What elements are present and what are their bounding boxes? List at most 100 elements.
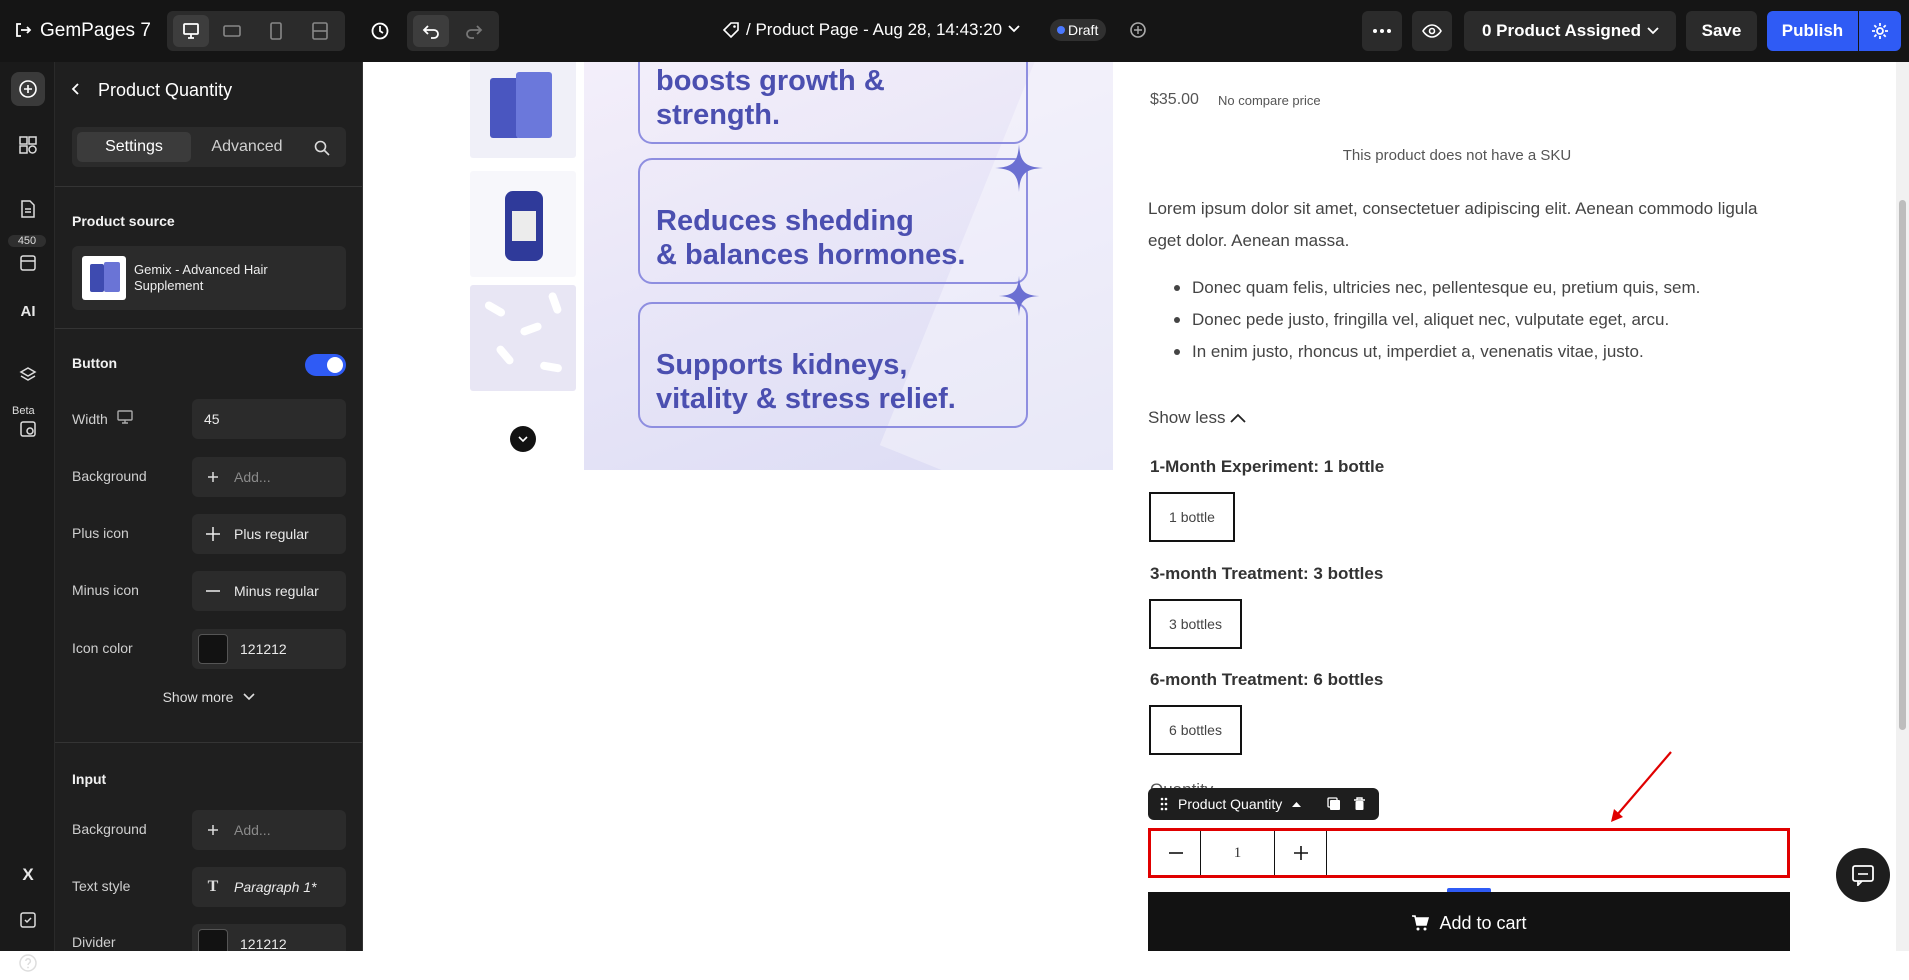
desktop-view-icon[interactable] (173, 15, 209, 47)
text-style-value: Paragraph 1* (234, 879, 317, 895)
exit-icon[interactable] (14, 21, 32, 39)
product-source-heading: Product source (72, 213, 175, 229)
product-thumbnail (82, 256, 126, 300)
duplicate-icon[interactable] (1327, 797, 1341, 811)
divider-color-picker[interactable]: 121212 (192, 924, 346, 951)
help-icon[interactable] (11, 946, 45, 980)
layers-icon[interactable] (11, 358, 45, 392)
variant-label-1: 1-Month Experiment: 1 bottle (1150, 457, 1385, 476)
tablet-landscape-icon[interactable] (214, 15, 250, 47)
tab-settings[interactable]: Settings (77, 132, 191, 162)
variant-label-2: 3-month Treatment: 3 bottles (1150, 564, 1384, 583)
plus-icon-value: Plus regular (234, 526, 309, 542)
chevron-up-icon (1230, 413, 1247, 423)
background-picker[interactable]: Add... (192, 457, 346, 497)
settings-tune-icon[interactable] (1128, 20, 1148, 40)
plus-button[interactable] (1275, 831, 1326, 875)
divider (55, 328, 362, 329)
product-thumbnail-2[interactable] (470, 171, 576, 277)
color-swatch (198, 634, 228, 664)
banner-text-3-label: Supports kidneys, vitality & stress reli… (656, 349, 956, 415)
product-description: Lorem ipsum dolor sit amet, consectetuer… (1148, 199, 1758, 250)
icon-color-picker[interactable]: 121212 (192, 629, 346, 669)
x-social-icon[interactable]: X (11, 858, 45, 892)
back-arrow-icon[interactable] (70, 82, 82, 96)
list-item: Donec quam felis, ultricies nec, pellent… (1173, 278, 1701, 297)
status-badge: Draft (1050, 19, 1107, 41)
mobile-view-icon[interactable] (258, 15, 294, 47)
icon-color-value: 121212 (240, 641, 287, 657)
save-button[interactable]: Save (1686, 11, 1757, 51)
redo-icon[interactable] (456, 15, 492, 47)
minus-icon-picker[interactable]: Minus regular (192, 571, 346, 611)
search-icon[interactable] (314, 140, 330, 156)
preview-button[interactable] (1412, 11, 1452, 51)
tab-advanced[interactable]: Advanced (197, 132, 297, 162)
add-element-icon[interactable] (11, 72, 45, 106)
more-options-button[interactable] (1362, 11, 1402, 51)
product-assigned-label: 0 Product Assigned (1482, 21, 1642, 40)
list-item: In enim justo, rhoncus ut, imperdiet a, … (1174, 342, 1644, 361)
text-style-picker[interactable]: T Paragraph 1* (192, 867, 346, 907)
canvas-scrollbar[interactable] (1896, 62, 1909, 951)
list-item: Donec pede justo, fringilla vel, aliquet… (1173, 310, 1670, 329)
page-title[interactable]: / Product Page - Aug 28, 14:43:20 (746, 20, 1002, 40)
element-selection-tag[interactable]: Product Quantity (1148, 788, 1379, 820)
sections-icon[interactable] (11, 128, 45, 162)
quantity-input[interactable]: 1 (1201, 831, 1275, 875)
plus-icon (198, 815, 228, 845)
panel-title: Product Quantity (98, 80, 233, 100)
divider-label: Divider (72, 934, 116, 950)
variant-option-3[interactable]: 6 bottles (1149, 705, 1242, 755)
banner-text-3: Supports kidneys, vitality & stress reli… (638, 302, 1028, 428)
product-assigned-dropdown[interactable]: 0 Product Assigned (1464, 11, 1676, 51)
show-less-toggle[interactable]: Show less (1148, 408, 1247, 428)
more-dots-icon (1373, 29, 1391, 33)
publish-button[interactable]: Publish (1767, 11, 1858, 51)
width-input[interactable]: 45 (192, 399, 346, 439)
product-thumbnail-1[interactable] (470, 62, 576, 158)
clipboard-icon[interactable] (11, 902, 45, 936)
brand-name: GemPages 7 (40, 20, 151, 41)
custom-view-icon[interactable] (302, 15, 338, 47)
icon-color-label: Icon color (72, 640, 133, 656)
drag-handle-icon[interactable] (1160, 797, 1168, 811)
plus-icon-picker[interactable]: Plus regular (192, 514, 346, 554)
save-button-label: Save (1701, 21, 1742, 40)
show-more-button[interactable]: Show more (72, 682, 346, 712)
theme-settings-icon[interactable] (11, 412, 45, 446)
minus-button[interactable] (1151, 831, 1201, 875)
delete-icon[interactable] (1353, 797, 1366, 811)
publish-settings-button[interactable] (1859, 11, 1901, 51)
chevron-down-icon[interactable] (1007, 24, 1021, 34)
thumbnail-scroll-down-button[interactable] (510, 426, 536, 452)
add-to-cart-button[interactable]: Add to cart (1148, 892, 1790, 951)
plus-icon (198, 519, 228, 549)
plus-icon-label: Plus icon (72, 525, 129, 541)
plus-icon (1293, 846, 1308, 860)
product-thumbnail-3[interactable] (470, 285, 576, 391)
status-dot-icon (1057, 26, 1065, 34)
pages-icon[interactable] (11, 192, 45, 226)
undo-icon[interactable] (413, 15, 449, 47)
color-swatch (198, 929, 228, 951)
text-style-label: Text style (72, 878, 131, 894)
width-label: Width (72, 411, 108, 427)
variant-option-1[interactable]: 1 bottle (1149, 492, 1235, 542)
variant-label-3: 6-month Treatment: 6 bottles (1150, 670, 1384, 689)
ai-icon[interactable]: AI (11, 294, 45, 328)
divider-color-value: 121212 (240, 936, 287, 951)
scrollbar-thumb[interactable] (1899, 200, 1906, 730)
monitor-icon (117, 410, 133, 424)
quantity-stepper[interactable]: 1 (1151, 831, 1327, 875)
input-background-picker[interactable]: Add... (192, 810, 346, 850)
chat-button[interactable] (1836, 848, 1890, 902)
product-source-selector[interactable]: Gemix - Advanced Hair Supplement (72, 246, 346, 310)
templates-icon[interactable] (11, 246, 45, 280)
variant-option-2[interactable]: 3 bottles (1149, 599, 1242, 649)
input-section-heading: Input (72, 771, 107, 787)
sku-text: This product does not have a SKU (1342, 147, 1572, 164)
button-toggle[interactable] (305, 354, 346, 376)
caret-up-icon[interactable] (1292, 801, 1302, 807)
history-icon[interactable] (360, 11, 400, 51)
